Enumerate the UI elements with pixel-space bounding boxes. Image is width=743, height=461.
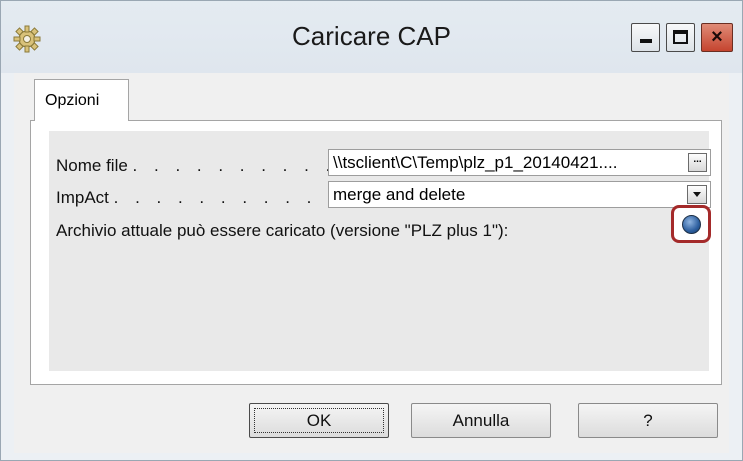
- close-icon: ×: [711, 26, 723, 48]
- impact-select-value: merge and delete: [333, 185, 466, 204]
- dialog-window: Caricare CAP × Opzioni Nome file . . . .…: [0, 0, 743, 461]
- title-bar[interactable]: Caricare CAP ×: [1, 1, 742, 73]
- cancel-button-label: Annulla: [452, 411, 510, 430]
- impact-label: ImpAct . . . . . . . . . . .: [56, 188, 339, 208]
- file-name-dots: . . . . . . . . . .: [132, 156, 337, 175]
- options-panel: Nome file . . . . . . . . . . \\tsclient…: [30, 120, 722, 385]
- help-button[interactable]: ?: [578, 403, 718, 438]
- file-path-field[interactable]: \\tsclient\C\Temp\plz_p1_20140421.... ..…: [328, 149, 711, 176]
- minimize-icon: [640, 39, 652, 43]
- ok-button[interactable]: OK: [249, 403, 389, 438]
- close-button[interactable]: ×: [701, 23, 733, 52]
- impact-dots: . . . . . . . . . . .: [113, 188, 339, 207]
- minimize-button[interactable]: [631, 23, 660, 52]
- help-button-label: ?: [643, 411, 653, 430]
- tab-opzioni[interactable]: Opzioni: [34, 79, 129, 121]
- file-name-label-text: Nome file: [56, 156, 128, 175]
- file-name-label: Nome file . . . . . . . . . .: [56, 156, 336, 176]
- chevron-down-icon[interactable]: [687, 185, 707, 204]
- file-path-value: \\tsclient\C\Temp\plz_p1_20140421....: [333, 153, 618, 172]
- dialog-client-area: Opzioni Nome file . . . . . . . . . . \\…: [14, 73, 729, 453]
- archive-status-label: Archivio attuale può essere caricato (ve…: [56, 221, 509, 240]
- options-group: Nome file . . . . . . . . . . \\tsclient…: [49, 131, 711, 371]
- maximize-button[interactable]: [666, 23, 695, 52]
- impact-select[interactable]: merge and delete: [328, 181, 711, 208]
- maximize-icon: [673, 30, 688, 44]
- status-led-icon: [682, 215, 701, 234]
- focus-ring: [254, 408, 384, 433]
- cancel-button[interactable]: Annulla: [411, 403, 551, 438]
- status-indicator-highlight: [671, 205, 711, 243]
- impact-label-text: ImpAct: [56, 188, 109, 207]
- tab-label: Opzioni: [45, 92, 100, 109]
- browse-button[interactable]: ...: [688, 153, 707, 172]
